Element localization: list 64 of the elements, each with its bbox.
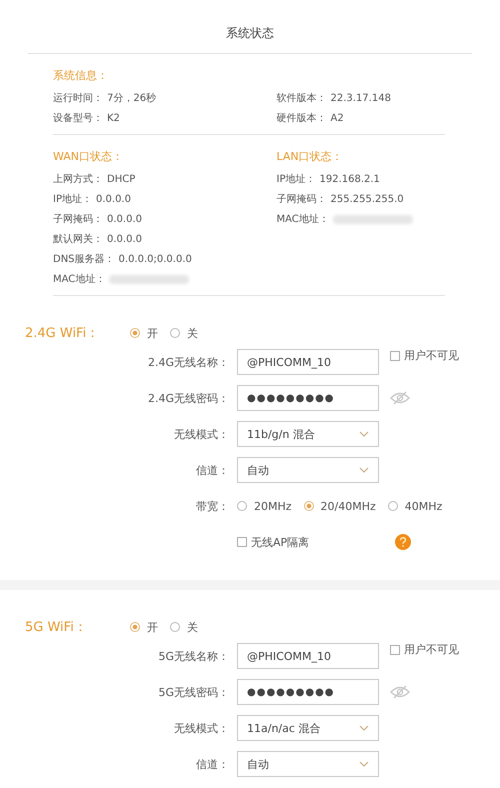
caret-icon [359,725,369,731]
info-value: 0.0.0.0 [96,194,131,204]
info-value: 7分，26秒 [107,92,156,105]
caret-icon [359,467,369,473]
input-field[interactable]: @PHICOMM_10 [237,349,379,375]
info-value: 192.168.2.1 [319,174,380,184]
field-label: 5G无线密码： [157,684,230,700]
eye-slash-icon[interactable] [389,685,411,699]
radio-option[interactable]: 开 [130,326,158,340]
radio-option[interactable]: 20MHz [237,500,292,512]
field-label: 无线模式： [173,720,230,736]
dropdown-field[interactable]: 11a/n/ac 混合 [237,715,379,741]
info-label: 设备型号： [53,112,103,125]
checkbox-option[interactable]: 无线AP隔离 [237,534,379,550]
info-value: DHCP [107,174,136,184]
info-label: 子网掩码： [53,213,103,226]
info-label: IP地址： [53,192,92,206]
info-label: 软件版本： [276,92,326,105]
checkbox-option[interactable]: 用户不可见 [390,348,459,363]
info-label: 子网掩码： [276,193,326,206]
caret-icon [359,431,369,437]
info-value: K2 [107,112,120,124]
password-field[interactable]: ●●●●●●●●● [237,679,379,705]
eye-slash-icon[interactable] [389,391,411,405]
radio-option[interactable]: 20/40MHz [304,500,376,512]
password-field[interactable]: ●●●●●●●●● [237,385,379,411]
section-heading: 系统信息： [53,68,109,84]
dropdown-field[interactable]: 自动 [237,751,379,777]
info-label: MAC地址： [53,272,106,286]
info-label: 默认网关： [53,232,103,246]
radio-option[interactable]: 关 [170,620,198,634]
wifi-label: 5G WiFi： [25,619,88,636]
checkbox-option[interactable]: 用户不可见 [390,642,459,657]
help-icon[interactable] [395,534,411,550]
info-value: 255.255.255.0 [330,194,404,204]
field-label: 无线模式： [173,426,230,442]
info-value: 0.0.0.0;0.0.0.0 [118,254,192,264]
radio-option[interactable]: 开 [130,620,158,634]
field-label: 信道： [195,756,230,772]
radio-option[interactable]: 40MHz [388,500,442,512]
info-label: 硬件版本： [276,112,326,125]
dropdown-field[interactable]: 自动 [237,457,379,483]
field-label: 信道： [195,462,230,478]
wifi-label: 2.4G WiFi： [25,325,100,342]
radio-option[interactable]: 关 [170,326,198,340]
page-title: 系统状态 [225,25,275,42]
info-label: MAC地址： [276,212,329,226]
field-label: 带宽： [195,498,230,514]
section-heading: LAN口状态： [276,149,344,165]
section-heading: WAN口状态： [53,149,124,165]
info-label: DNS服务器： [53,253,115,266]
info-value: 22.3.17.148 [330,92,391,104]
field-label: 2.4G无线名称： [146,354,230,370]
field-label: 2.4G无线密码： [146,390,230,406]
info-value: 0.0.0.0 [107,234,142,244]
field-label: 5G无线名称： [157,648,230,664]
info-label: IP地址： [276,172,316,186]
info-value: A2 [330,112,344,124]
info-value: 0.0.0.0 [107,214,142,224]
info-label: 上网方式： [53,172,103,186]
dropdown-field[interactable]: 11b/g/n 混合 [237,421,379,447]
input-field[interactable]: @PHICOMM_10 [237,643,379,669]
info-label: 运行时间： [53,92,103,105]
caret-icon [359,761,369,767]
